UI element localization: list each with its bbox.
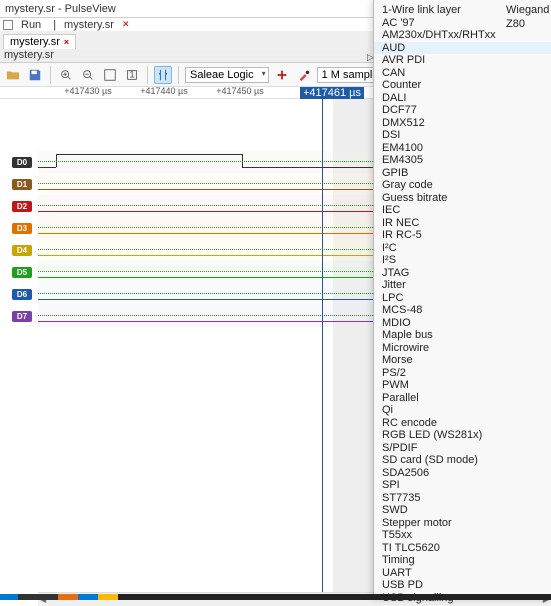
channel-gutter: D0 D1 D2 D3 D4 D5 D6 D7 <box>0 99 38 606</box>
zoom-one-icon[interactable]: 1 <box>123 66 141 84</box>
decoder-item[interactable]: DSI <box>374 129 551 142</box>
decoder-item[interactable]: Timing <box>374 554 551 567</box>
file-name: mystery.sr <box>4 49 54 61</box>
decoder-item[interactable]: Maple bus <box>374 329 551 342</box>
channel-label-D2[interactable]: D2 <box>12 201 32 212</box>
cursor-flag[interactable]: +417461 µs <box>300 87 364 99</box>
decoder-item[interactable]: TI TLC5620 <box>374 542 551 555</box>
channel-label-D6[interactable]: D6 <box>12 289 32 300</box>
decoder-item[interactable]: SD card (SD mode) <box>374 454 551 467</box>
decoder-item[interactable]: AM230x/DHTxx/RHTxx <box>374 29 551 42</box>
channel-label-D7[interactable]: D7 <box>12 311 32 322</box>
tab-close-icon[interactable]: × <box>64 37 69 47</box>
decoder-item[interactable]: DALI <box>374 92 551 105</box>
channel-label-D3[interactable]: D3 <box>12 223 32 234</box>
run-checkbox[interactable] <box>3 20 13 30</box>
decoder-item[interactable]: Wiegand <box>498 4 551 17</box>
separator <box>50 66 51 84</box>
decoder-item[interactable]: PWM <box>374 379 551 392</box>
tab-label: mystery.sr <box>10 36 60 48</box>
decoder-menu[interactable]: ▷ 1-Wire link layerAC '97AM230x/DHTxx/RH… <box>373 0 551 600</box>
ruler-tick: +417430 µs <box>64 86 111 96</box>
decoder-item[interactable]: Jitter <box>374 279 551 292</box>
decoder-item[interactable]: AVR PDI <box>374 54 551 67</box>
channel-label-D0[interactable]: D0 <box>12 157 32 168</box>
ruler-tick: +417450 µs <box>216 86 263 96</box>
decoder-item[interactable]: EM4100 <box>374 142 551 155</box>
decoder-item[interactable]: PS/2 <box>374 367 551 380</box>
decoder-item[interactable]: Counter <box>374 79 551 92</box>
save-icon[interactable] <box>26 66 44 84</box>
decoder-item[interactable]: MCS-48 <box>374 304 551 317</box>
decoder-item[interactable]: I²C <box>374 242 551 255</box>
decoder-item[interactable]: CAN <box>374 67 551 80</box>
decoder-item[interactable]: SWD <box>374 504 551 517</box>
svg-text:1: 1 <box>129 69 134 80</box>
decoder-item[interactable]: Guess bitrate <box>374 192 551 205</box>
window-title: mystery.sr - PulseView <box>5 3 116 15</box>
decoder-item[interactable]: Parallel <box>374 392 551 405</box>
close-icon[interactable]: ✕ <box>122 19 130 30</box>
decoder-item[interactable]: Microwire <box>374 342 551 355</box>
decoder-item[interactable]: IEC <box>374 204 551 217</box>
channel-label-D5[interactable]: D5 <box>12 267 32 278</box>
decoder-item[interactable]: IR NEC <box>374 217 551 230</box>
submenu-arrow-icon: ▷ <box>367 52 374 63</box>
decoder-item[interactable]: UART <box>374 567 551 580</box>
open-icon[interactable] <box>4 66 22 84</box>
decoder-item[interactable]: JTAG <box>374 267 551 280</box>
decoder-item[interactable]: I²S <box>374 254 551 267</box>
decoder-item[interactable]: ST7735 <box>374 492 551 505</box>
decoder-item[interactable]: MDIO <box>374 317 551 330</box>
decoder-item[interactable]: Gray code <box>374 179 551 192</box>
channel-label-D1[interactable]: D1 <box>12 179 32 190</box>
decoder-item[interactable]: S/PDIF <box>374 442 551 455</box>
decoder-item[interactable]: DMX512 <box>374 117 551 130</box>
channel-label-D4[interactable]: D4 <box>12 245 32 256</box>
config-icon[interactable] <box>273 66 291 84</box>
taskbar <box>0 594 551 600</box>
decoder-item[interactable]: RC encode <box>374 417 551 430</box>
decoder-item[interactable]: Morse <box>374 354 551 367</box>
decoder-item[interactable]: T55xx <box>374 529 551 542</box>
run-label[interactable]: Run <box>21 19 41 31</box>
decoder-item[interactable]: Stepper motor <box>374 517 551 530</box>
decoder-item[interactable]: SDA2506 <box>374 467 551 480</box>
cursors-icon[interactable] <box>154 66 172 84</box>
separator <box>178 66 179 84</box>
device-dropdown[interactable]: Saleae Logic <box>185 67 269 83</box>
decoder-item[interactable]: Qi <box>374 404 551 417</box>
decoder-item[interactable]: USB PD <box>374 579 551 592</box>
decoder-item[interactable]: IR RC-5 <box>374 229 551 242</box>
probe-icon[interactable] <box>295 66 313 84</box>
zoom-out-icon[interactable] <box>79 66 97 84</box>
decoder-item[interactable]: RGB LED (WS281x) <box>374 429 551 442</box>
decoder-item[interactable]: EM4305 <box>374 154 551 167</box>
cursor-line[interactable] <box>322 99 323 592</box>
decoder-item[interactable]: Z80 <box>498 18 551 31</box>
zoom-fit-icon[interactable] <box>101 66 119 84</box>
decoder-item[interactable]: DCF77 <box>374 104 551 117</box>
tab-mystery[interactable]: mystery.sr × <box>3 34 76 49</box>
zoom-in-icon[interactable] <box>57 66 75 84</box>
decoder-item[interactable]: LPC <box>374 292 551 305</box>
ruler-tick: +417440 µs <box>140 86 187 96</box>
decoder-item[interactable]: SPI <box>374 479 551 492</box>
decoder-item[interactable]: GPIB <box>374 167 551 180</box>
separator <box>147 66 148 84</box>
active-file-label: mystery.sr <box>64 19 114 31</box>
decoder-item[interactable]: AUD <box>374 42 551 55</box>
